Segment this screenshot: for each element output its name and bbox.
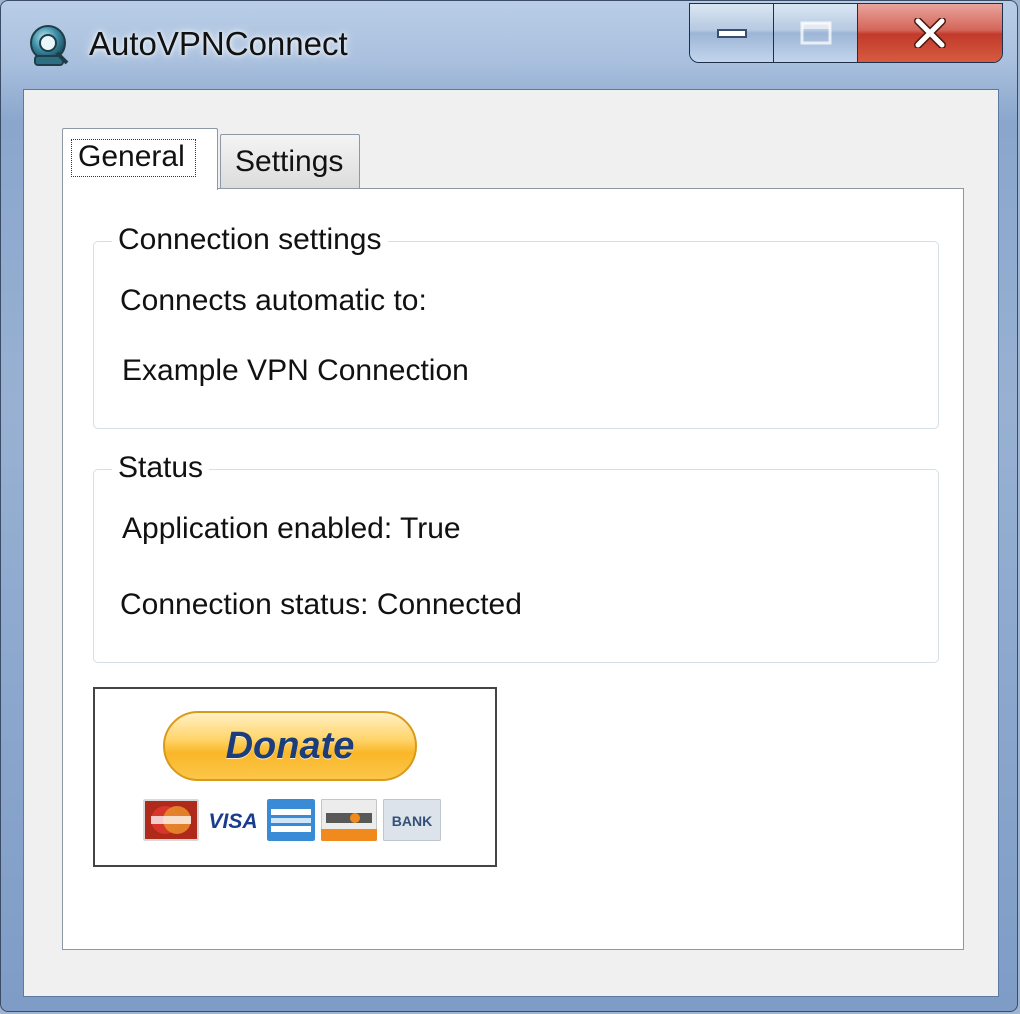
tab-general[interactable]: General (62, 128, 218, 190)
connection-settings-group: Connection settings Connects automatic t… (93, 222, 939, 429)
connection-settings-legend: Connection settings (112, 222, 388, 258)
amex-icon (267, 799, 315, 841)
app-window: AutoVPNConnect General Settings Connecti… (0, 0, 1018, 1012)
maximize-icon (800, 21, 831, 45)
donate-pill: Donate (163, 711, 417, 781)
tab-general-label: General (71, 139, 196, 177)
svg-text:BANK: BANK (392, 813, 432, 829)
connection-name: Example VPN Connection (122, 354, 469, 387)
minimize-button[interactable] (690, 4, 774, 62)
maximize-button[interactable] (774, 4, 858, 62)
connects-label: Connects automatic to: (120, 284, 427, 317)
title-bar[interactable]: AutoVPNConnect (1, 1, 1019, 89)
tab-settings-label: Settings (235, 145, 344, 178)
mastercard-icon (143, 799, 199, 841)
bank-icon: BANK (383, 799, 441, 841)
application-enabled-status: Application enabled: True (122, 512, 461, 545)
caption-buttons (689, 3, 1003, 63)
donate-button[interactable]: Donate VISA BANK (93, 687, 497, 867)
minimize-icon (716, 29, 747, 38)
status-group: Status Application enabled: True Connect… (93, 450, 939, 663)
window-title: AutoVPNConnect (89, 25, 348, 62)
discover-icon (321, 799, 377, 841)
donate-label: Donate (225, 725, 355, 767)
close-button[interactable] (858, 4, 1002, 62)
tab-settings[interactable]: Settings (220, 134, 360, 188)
close-icon (914, 18, 946, 48)
client-area: General Settings Connection settings Con… (23, 89, 999, 997)
svg-text:VISA: VISA (208, 810, 257, 833)
visa-icon: VISA (205, 799, 261, 841)
vpn-globe-icon (27, 23, 73, 69)
status-legend: Status (112, 450, 210, 486)
connection-status: Connection status: Connected (120, 588, 522, 621)
general-tab-page: Connection settings Connects automatic t… (62, 188, 964, 950)
